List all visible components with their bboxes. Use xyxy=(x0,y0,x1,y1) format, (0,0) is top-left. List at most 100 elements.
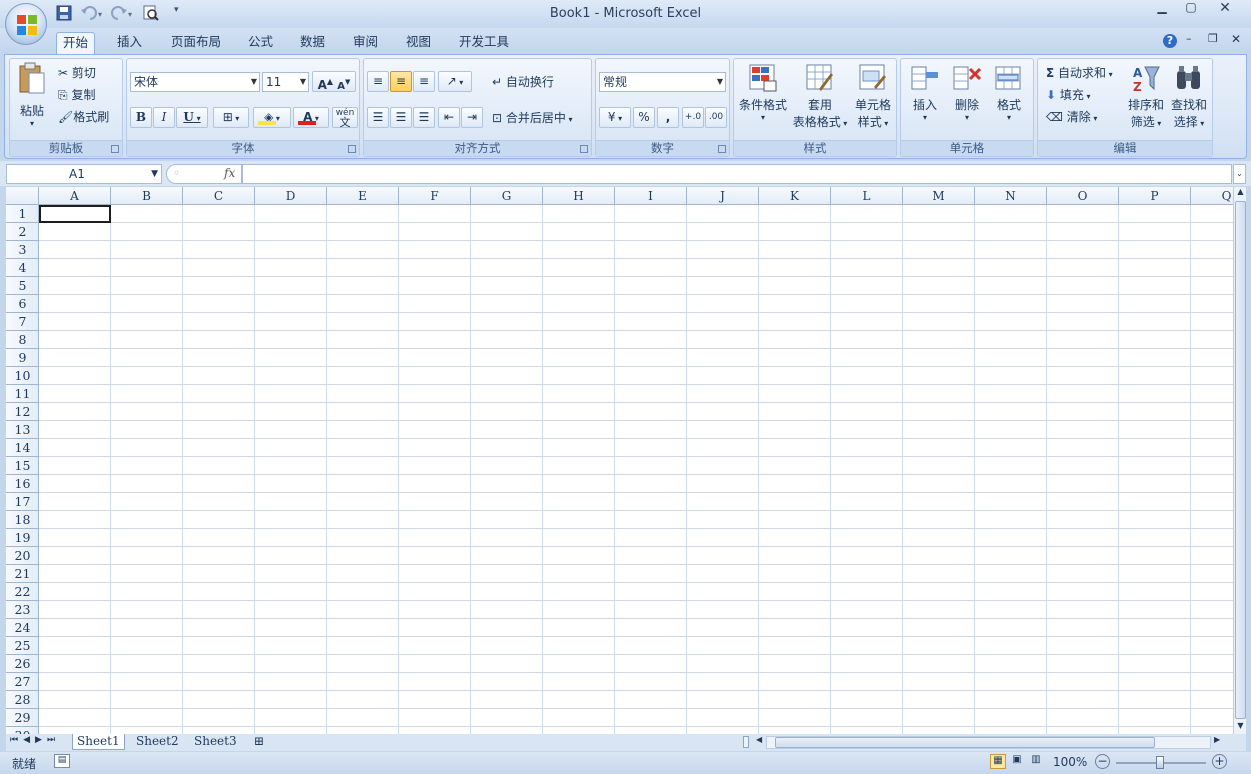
row-header-30[interactable]: 30 xyxy=(6,727,39,734)
horizontal-scrollbar[interactable] xyxy=(766,736,1211,749)
column-header-h[interactable]: H xyxy=(543,187,615,205)
row-header-21[interactable]: 21 xyxy=(6,565,39,583)
page-layout-view-icon[interactable]: ▣ xyxy=(1009,754,1025,769)
paste-button[interactable]: 粘贴 ▾ xyxy=(14,61,50,131)
comma-button[interactable]: , xyxy=(657,107,679,128)
help-icon[interactable]: ? xyxy=(1163,34,1177,48)
align-top-button[interactable]: ≡ xyxy=(367,71,389,92)
macro-record-icon[interactable]: ▤ xyxy=(54,754,70,768)
column-header-a[interactable]: A xyxy=(39,187,111,205)
underline-button[interactable]: U ▾ xyxy=(176,107,208,128)
insert-sheet-icon[interactable]: ⊞ xyxy=(250,734,268,750)
align-middle-button[interactable]: ≡ xyxy=(390,71,412,92)
print-preview-icon[interactable] xyxy=(142,5,162,23)
row-header-8[interactable]: 8 xyxy=(6,331,39,349)
autosum-button[interactable]: Σ 自动求和 ▾ xyxy=(1046,64,1113,81)
minimize-button[interactable]: ▁ xyxy=(1147,0,1177,18)
row-header-12[interactable]: 12 xyxy=(6,403,39,421)
workbook-close-button[interactable]: ✕ xyxy=(1231,32,1241,46)
clipboard-launcher-icon[interactable] xyxy=(111,145,119,153)
tab-review[interactable]: 审阅 xyxy=(347,32,384,54)
column-header-c[interactable]: C xyxy=(183,187,255,205)
workbook-minimize-button[interactable]: – xyxy=(1186,32,1192,45)
zoom-in-button[interactable]: + xyxy=(1212,754,1227,769)
tab-split-handle[interactable] xyxy=(743,736,749,748)
sheet-nav-buttons[interactable]: ⏮◀▶⏭ xyxy=(10,735,60,745)
number-format-select[interactable]: 常规 ▼ xyxy=(599,72,726,92)
sheet-tab-2[interactable]: Sheet2 xyxy=(132,734,183,750)
row-header-17[interactable]: 17 xyxy=(6,493,39,511)
delete-cells-button[interactable]: 删除 ▾ xyxy=(947,63,987,133)
page-break-view-icon[interactable]: ▥ xyxy=(1028,754,1044,769)
name-box[interactable]: A1 ▼ xyxy=(6,164,162,184)
fill-color-button[interactable]: ◈ ▾ xyxy=(253,107,291,128)
cell-styles-button[interactable]: 单元格 样式 ▾ xyxy=(850,63,896,133)
undo-icon[interactable]: ▾ xyxy=(80,5,104,23)
copy-button[interactable]: ⎘ 复制 xyxy=(58,86,95,103)
row-header-5[interactable]: 5 xyxy=(6,277,39,295)
fill-button[interactable]: ⬇ 填充 ▾ xyxy=(1046,86,1090,103)
row-header-26[interactable]: 26 xyxy=(6,655,39,673)
row-header-10[interactable]: 10 xyxy=(6,367,39,385)
orientation-button[interactable]: ↗ ▾ xyxy=(438,71,472,92)
tab-formulas[interactable]: 公式 xyxy=(242,32,279,54)
horizontal-scroll-thumb[interactable] xyxy=(775,737,1155,748)
expand-formula-bar-button[interactable]: ⌄ xyxy=(1233,164,1246,184)
phonetic-button[interactable]: wén 文 xyxy=(332,107,358,128)
column-header-b[interactable]: B xyxy=(111,187,183,205)
find-select-button[interactable]: 查找和 选择 ▾ xyxy=(1168,63,1210,133)
column-header-i[interactable]: I xyxy=(615,187,687,205)
row-header-24[interactable]: 24 xyxy=(6,619,39,637)
column-header-l[interactable]: L xyxy=(831,187,903,205)
column-header-d[interactable]: D xyxy=(255,187,327,205)
tab-data[interactable]: 数据 xyxy=(294,32,331,54)
column-header-m[interactable]: M xyxy=(903,187,975,205)
row-header-19[interactable]: 19 xyxy=(6,529,39,547)
format-painter-button[interactable]: 🖌格式刷 xyxy=(58,108,109,125)
row-header-2[interactable]: 2 xyxy=(6,223,39,241)
column-header-p[interactable]: P xyxy=(1119,187,1191,205)
paste-dropdown-icon[interactable]: ▾ xyxy=(14,119,50,128)
workbook-restore-button[interactable]: ❐ xyxy=(1208,32,1218,45)
cut-button[interactable]: ✂ 剪切 xyxy=(58,64,96,81)
grow-font-icon[interactable]: A xyxy=(318,78,327,92)
column-header-n[interactable]: N xyxy=(975,187,1047,205)
maximize-button[interactable]: ▢ xyxy=(1176,0,1206,18)
row-header-22[interactable]: 22 xyxy=(6,583,39,601)
align-bottom-button[interactable]: ≡ xyxy=(413,71,435,92)
tab-home[interactable]: 开始 xyxy=(56,32,96,54)
font-name-select[interactable]: 宋体 ▼ xyxy=(130,72,260,92)
bold-button[interactable]: B xyxy=(130,107,152,128)
row-header-11[interactable]: 11 xyxy=(6,385,39,403)
tab-view[interactable]: 视图 xyxy=(400,32,437,54)
currency-button[interactable]: ¥ ▾ xyxy=(599,107,631,128)
active-cell-a1[interactable] xyxy=(39,205,111,223)
select-all-corner[interactable] xyxy=(6,187,39,205)
sheet-tab-3[interactable]: Sheet3 xyxy=(190,734,241,750)
format-cells-button[interactable]: 格式 ▾ xyxy=(989,63,1029,133)
vertical-scroll-thumb[interactable] xyxy=(1235,201,1246,719)
row-header-13[interactable]: 13 xyxy=(6,421,39,439)
font-color-button[interactable]: A ▾ xyxy=(293,107,329,128)
number-launcher-icon[interactable] xyxy=(718,145,726,153)
shrink-font-icon[interactable]: A xyxy=(337,81,345,92)
column-header-e[interactable]: E xyxy=(327,187,399,205)
column-header-j[interactable]: J xyxy=(687,187,759,205)
row-header-9[interactable]: 9 xyxy=(6,349,39,367)
merge-center-button[interactable]: ⊡ 合并后居中 ▾ xyxy=(492,109,572,126)
normal-view-icon[interactable]: ▦ xyxy=(990,754,1006,769)
increase-indent-button[interactable]: ⇥ xyxy=(461,107,483,128)
percent-button[interactable]: % xyxy=(633,107,655,128)
align-left-button[interactable]: ☰ xyxy=(367,107,389,128)
wrap-text-button[interactable]: ↵ 自动换行 xyxy=(492,73,554,90)
row-header-1[interactable]: 1 xyxy=(6,205,39,223)
tab-insert[interactable]: 插入 xyxy=(111,32,148,54)
sheet-tab-1[interactable]: Sheet1 xyxy=(72,734,125,750)
office-button[interactable] xyxy=(5,3,47,45)
column-header-k[interactable]: K xyxy=(759,187,831,205)
conditional-formatting-button[interactable]: 条件格式 ▾ xyxy=(736,63,790,133)
cell-area[interactable] xyxy=(39,205,1233,734)
save-icon[interactable] xyxy=(56,5,72,23)
increase-decimal-button[interactable]: +.0 xyxy=(682,107,704,128)
resize-handle-icon[interactable]: ◦ xyxy=(173,166,180,180)
